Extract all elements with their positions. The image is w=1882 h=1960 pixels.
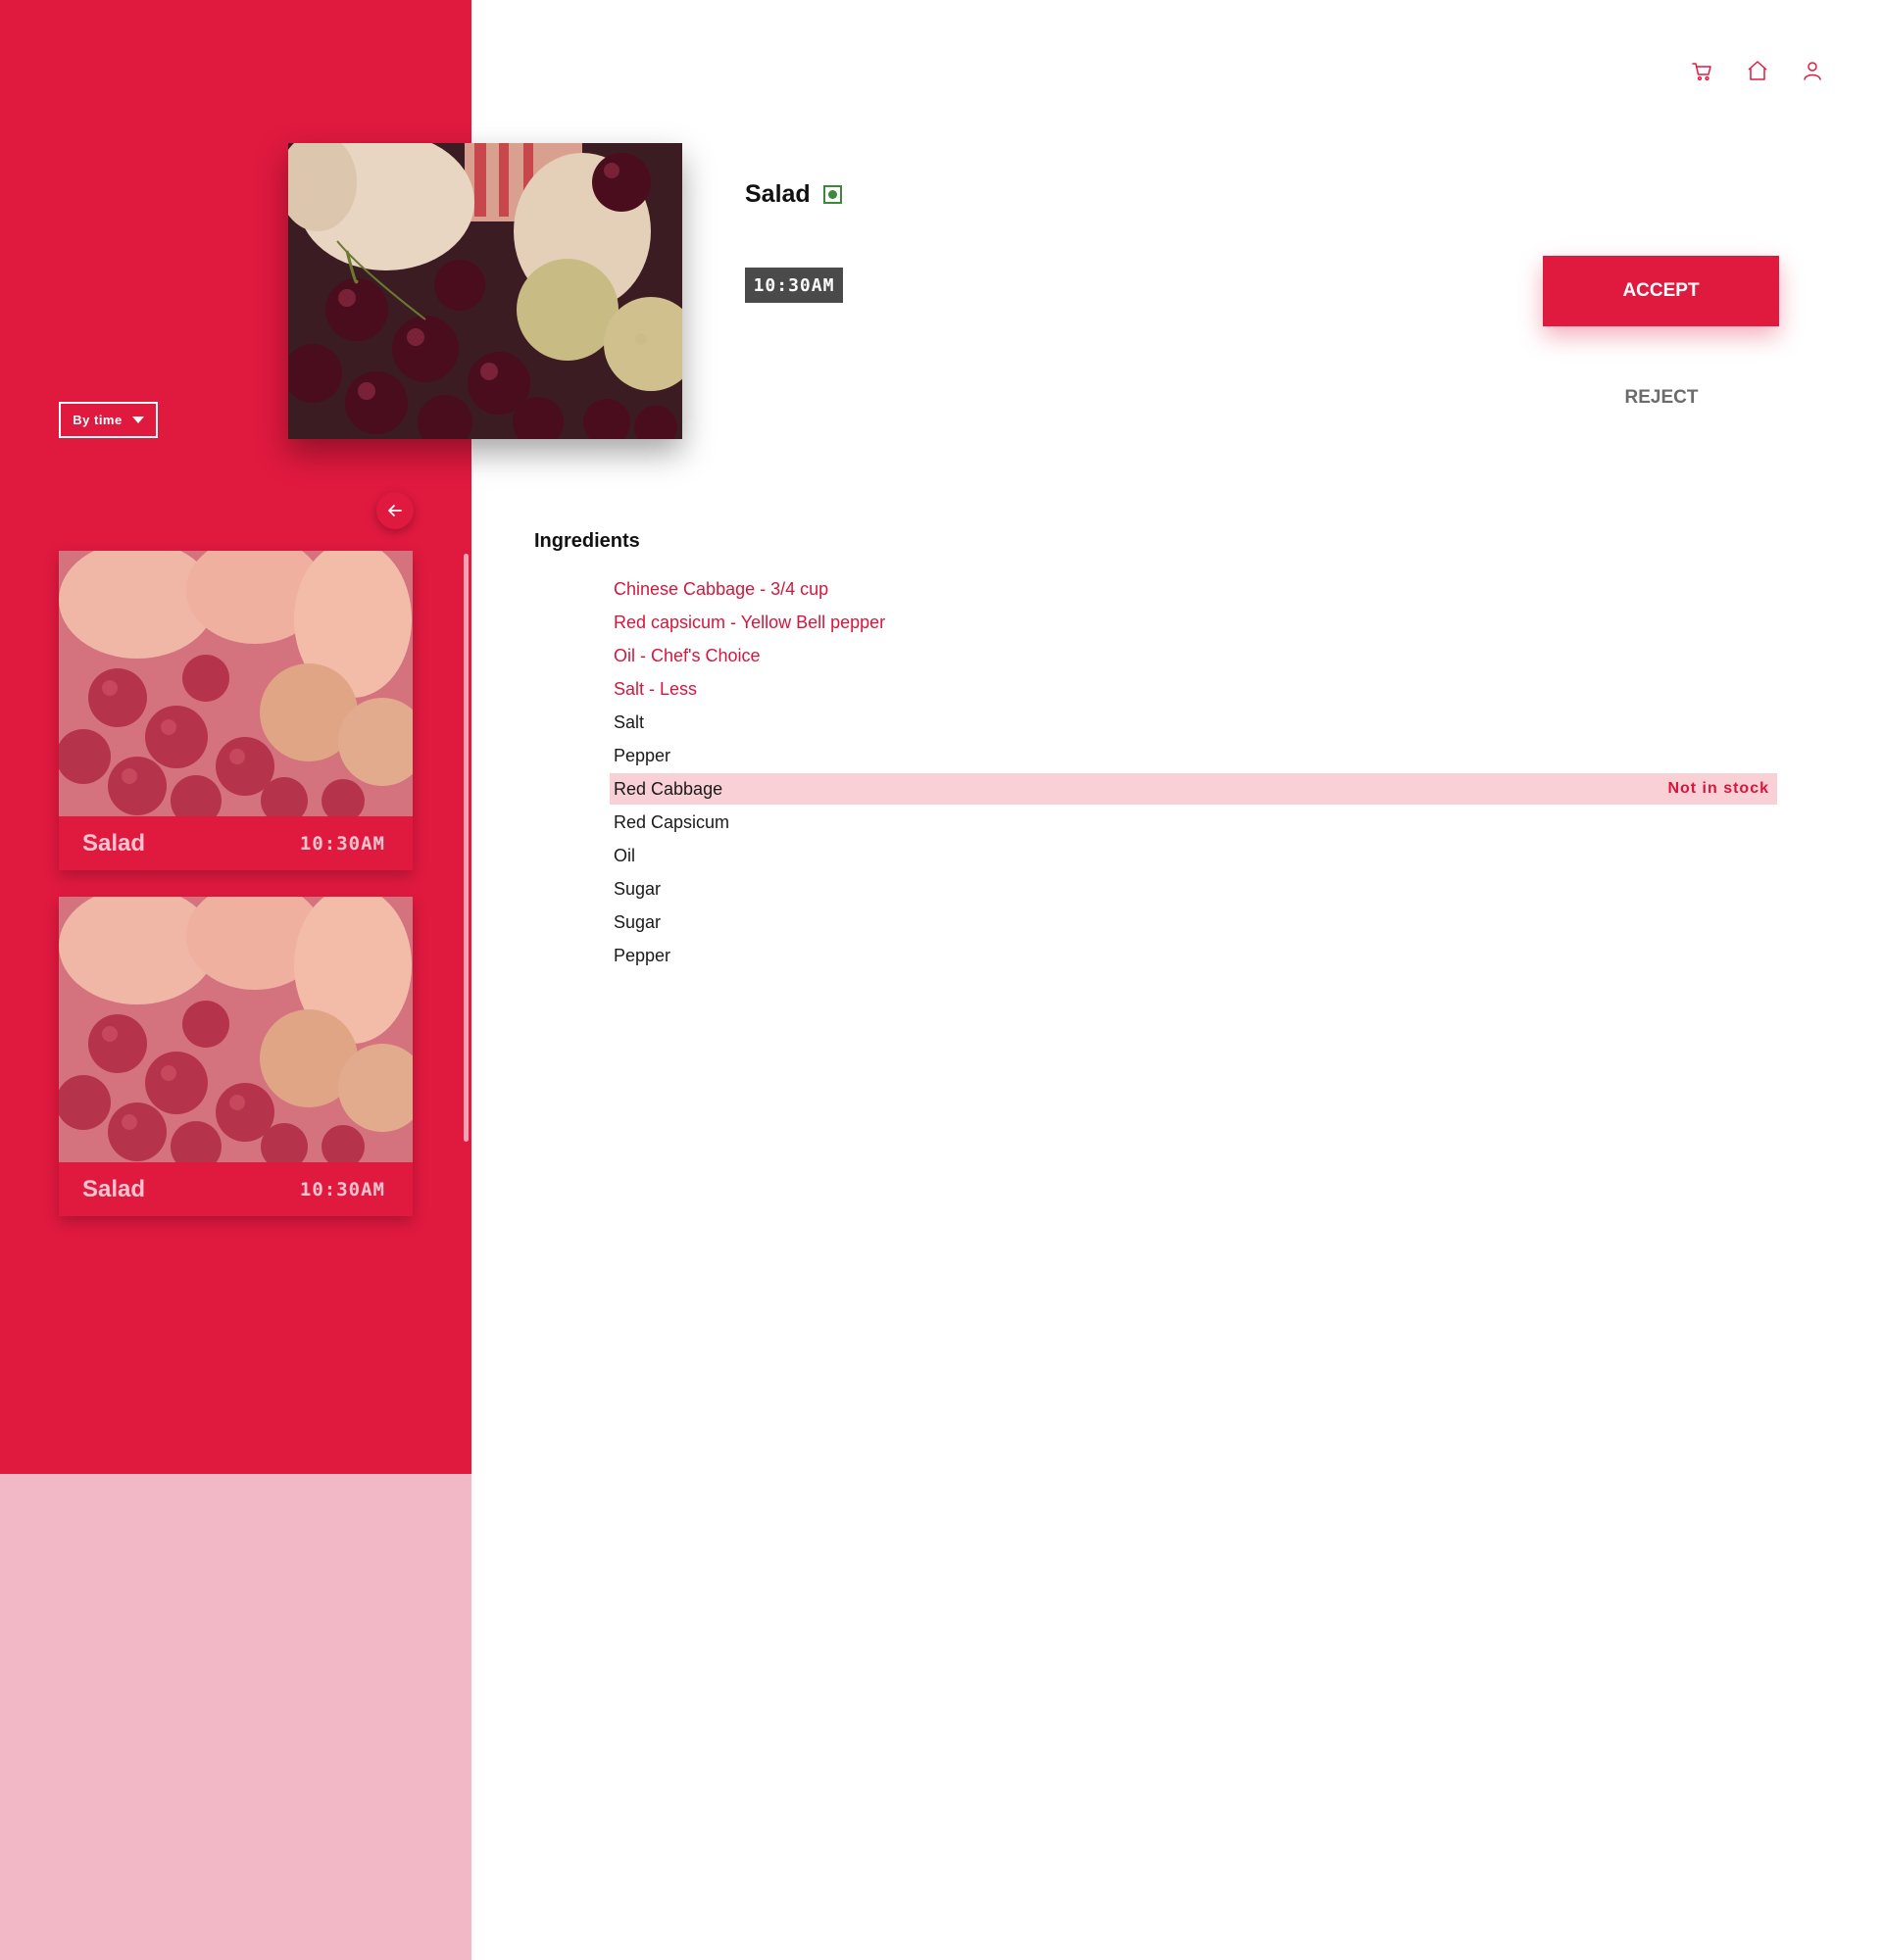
ingredient-item: Salt [610,706,1777,739]
ingredient-item-out-of-stock: Red Cabbage Not in stock [610,773,1777,805]
ingredients-heading: Ingredients [534,530,640,552]
ingredient-name: Oil - Chef's Choice [614,645,761,665]
user-icon[interactable] [1801,59,1824,82]
ingredient-name: Salt [614,711,645,732]
ingredient-name: Red Cabbage [614,778,723,799]
ingredient-item: Red Capsicum [610,806,1777,839]
sidebar-footer-panel [0,1474,471,1960]
order-card-image [59,551,413,816]
order-card-footer: Salad 10:30AM [59,816,413,870]
order-card-time: 10:30AM [299,832,385,855]
order-card-footer: Salad 10:30AM [59,1162,413,1216]
ingredient-name: Red Capsicum [614,811,730,832]
order-card[interactable]: Salad 10:30AM [59,551,413,870]
dish-hero-image [288,143,682,439]
sidebar-scrollbar[interactable] [464,554,469,1142]
ingredient-item: Red capsicum - Yellow Bell pepper [610,606,1777,639]
ingredient-name: Pepper [614,745,671,765]
ingredient-name: Pepper [614,945,671,965]
ingredient-name: Chinese Cabbage - 3/4 cup [614,578,829,599]
ingredient-item: Oil - Chef's Choice [610,639,1777,672]
order-card-time: 10:30AM [299,1178,385,1200]
ingredient-item: Pepper [610,739,1777,772]
back-button[interactable] [376,492,414,529]
ingredients-list: Chinese Cabbage - 3/4 cup Red capsicum -… [610,572,1777,972]
sort-dropdown[interactable]: By time [59,402,158,438]
dish-title: Salad [745,180,811,208]
stock-status-badge: Not in stock [1667,780,1769,797]
home-icon[interactable] [1746,59,1769,82]
ingredient-item: Chinese Cabbage - 3/4 cup [610,572,1777,606]
ingredient-name: Oil [614,845,635,865]
order-card[interactable]: Salad 10:30AM [59,897,413,1216]
ingredient-name: Red capsicum - Yellow Bell pepper [614,612,886,632]
ingredient-name: Sugar [614,878,662,899]
ingredient-item: Sugar [610,872,1777,906]
order-card-title: Salad [82,829,146,857]
header-icons [1691,59,1824,82]
caret-down-icon [131,416,144,423]
reject-button[interactable]: REJECT [1588,381,1735,415]
ingredient-item: Pepper [610,939,1777,972]
order-card-title: Salad [82,1175,146,1202]
order-card-image [59,897,413,1162]
ingredient-name: Salt - Less [614,678,698,699]
accept-button[interactable]: ACCEPT [1543,256,1779,326]
ingredient-item: Sugar [610,906,1777,939]
sort-dropdown-label: By time [73,413,123,427]
ingredient-name: Sugar [614,911,662,932]
veg-mark-icon [823,185,842,204]
ingredient-item: Oil [610,839,1777,872]
cart-icon[interactable] [1691,59,1714,82]
arrow-left-icon [388,505,402,516]
order-time-badge: 10:30AM [745,268,843,303]
ingredient-item: Salt - Less [610,672,1777,706]
